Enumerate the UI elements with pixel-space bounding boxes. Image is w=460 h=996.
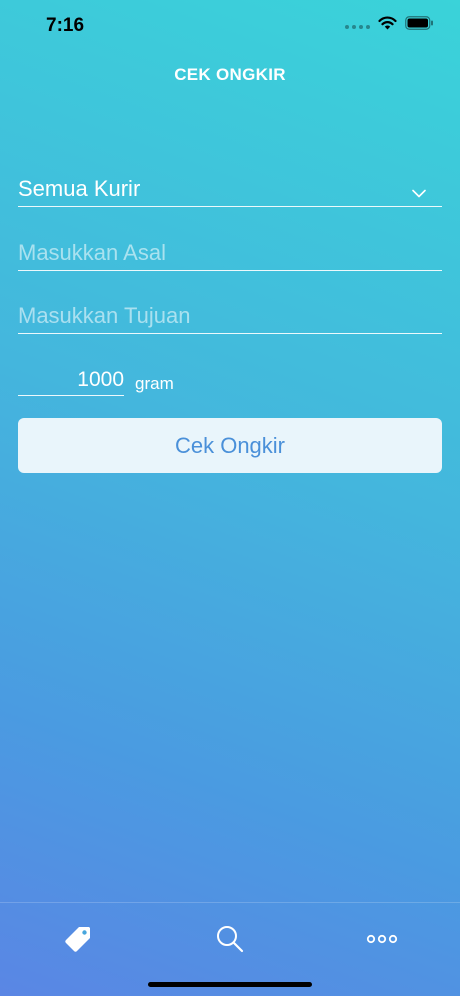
status-icons <box>345 16 434 30</box>
origin-placeholder: Masukkan Asal <box>18 240 166 265</box>
origin-input[interactable]: Masukkan Asal <box>18 235 442 271</box>
tab-bar <box>0 902 460 996</box>
search-icon <box>217 926 244 953</box>
tab-tag[interactable] <box>58 919 98 959</box>
tab-more[interactable] <box>362 919 402 959</box>
chevron-down-icon <box>412 189 426 198</box>
status-time: 7:16 <box>46 15 85 36</box>
weight-unit-label: gram <box>135 374 174 393</box>
weight-value: 1000 <box>77 368 124 391</box>
cek-ongkir-button[interactable]: Cek Ongkir <box>18 418 442 473</box>
home-indicator <box>148 982 312 987</box>
tab-search[interactable] <box>210 919 250 959</box>
cellular-signal-icon <box>345 17 370 29</box>
more-icon <box>366 934 398 944</box>
destination-placeholder: Masukkan Tujuan <box>18 303 191 328</box>
battery-icon <box>405 16 434 30</box>
destination-input[interactable]: Masukkan Tujuan <box>18 298 442 334</box>
page-title: CEK ONGKIR <box>174 65 286 84</box>
wifi-icon <box>378 16 397 30</box>
weight-input[interactable]: 1000 <box>18 362 124 396</box>
status-bar: 7:16 <box>0 0 460 50</box>
courier-select[interactable]: Semua Kurir <box>18 171 442 207</box>
courier-select-value: Semua Kurir <box>18 176 141 201</box>
tag-icon <box>65 927 90 952</box>
